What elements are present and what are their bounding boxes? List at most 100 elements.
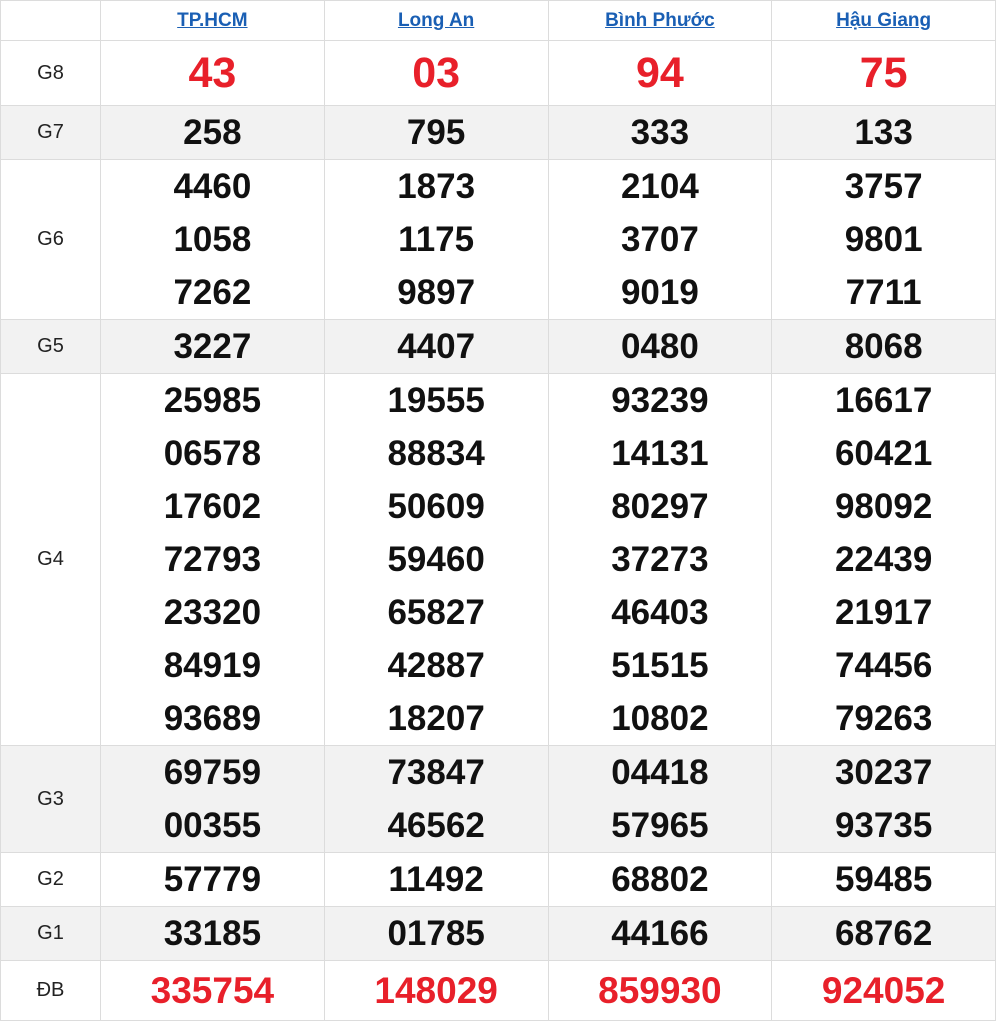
- result-number: 00355: [163, 806, 262, 845]
- result-number: 69759: [163, 753, 262, 792]
- result-number: 72793: [163, 540, 262, 579]
- result-number: 44166: [611, 914, 709, 953]
- result-number: 59460: [387, 540, 485, 579]
- result-number: 924052: [821, 970, 946, 1011]
- result-number: 3227: [173, 327, 252, 366]
- result-cell: 4407: [323, 319, 549, 374]
- lottery-results-table: TP.HCM Long An Bình Phước Hậu Giang G8 43…: [0, 0, 996, 1021]
- result-number: 7262: [173, 273, 252, 312]
- prize-row: G8 43 03 94 75: [0, 40, 996, 106]
- result-number: 25985: [163, 381, 262, 420]
- result-number: 21917: [834, 593, 933, 632]
- result-number: 68802: [611, 860, 709, 899]
- prize-row: G7 258 795 333 133: [0, 105, 996, 160]
- result-number: 4407: [397, 327, 476, 366]
- result-cell: 68762: [771, 906, 996, 961]
- result-number: 9897: [397, 273, 476, 312]
- result-number: 17602: [163, 487, 262, 526]
- result-number: 7711: [845, 273, 922, 312]
- result-number: 68762: [834, 914, 933, 953]
- result-cell: 4460 1058 7262: [100, 159, 325, 320]
- result-cell: 30237 93735: [771, 745, 996, 853]
- result-cell: 8068: [771, 319, 996, 374]
- result-cell: 69759 00355: [100, 745, 325, 853]
- prize-label: ĐB: [0, 960, 101, 1021]
- result-cell: 148029: [323, 960, 549, 1021]
- result-number: 3707: [620, 220, 699, 259]
- province-link-hau-giang[interactable]: Hậu Giang: [836, 10, 931, 31]
- prize-row: G1 33185 01785 44166 68762: [0, 906, 996, 961]
- prize-label: G2: [0, 852, 101, 907]
- result-cell: 93239 14131 80297 37273 46403 51515 10802: [547, 373, 773, 746]
- result-number: 93735: [834, 806, 933, 845]
- result-number: 10802: [611, 699, 709, 738]
- result-number: 23320: [163, 593, 262, 632]
- result-cell: 59485: [771, 852, 996, 907]
- result-number: 16617: [834, 381, 933, 420]
- province-header-tphcm: TP.HCM: [100, 0, 325, 41]
- result-cell: 43: [100, 40, 325, 106]
- result-number: 74456: [834, 646, 933, 685]
- header-corner: [0, 0, 101, 41]
- result-cell: 33185: [100, 906, 325, 961]
- result-number: 9019: [620, 273, 699, 312]
- result-number: 46403: [611, 593, 709, 632]
- result-number: 46562: [387, 806, 485, 845]
- prize-label: G1: [0, 906, 101, 961]
- result-number: 84919: [163, 646, 262, 685]
- result-cell: 75: [771, 40, 996, 106]
- result-cell: 3757 9801 7711: [771, 159, 996, 320]
- results-body: G8 43 03 94 75 G7 258 795 333 133 G6 4460 1058 7262 18…: [0, 40, 996, 1021]
- result-number: 148029: [374, 970, 498, 1011]
- result-number: 1175: [398, 220, 475, 259]
- result-number: 2104: [620, 167, 699, 206]
- prize-label: G8: [0, 40, 101, 106]
- result-number: 335754: [150, 970, 275, 1011]
- province-header-binh-phuoc: Bình Phước: [547, 0, 773, 41]
- result-number: 0480: [620, 327, 699, 366]
- province-link-long-an[interactable]: Long An: [398, 10, 474, 31]
- result-cell: 03: [323, 40, 549, 106]
- result-cell: 258: [100, 105, 325, 160]
- result-number: 42887: [387, 646, 485, 685]
- result-number: 88834: [387, 434, 485, 473]
- result-cell: 16617 60421 98092 22439 21917 74456 79263: [771, 373, 996, 746]
- result-number: 57965: [611, 806, 709, 845]
- result-number: 06578: [163, 434, 262, 473]
- province-link-tphcm[interactable]: TP.HCM: [177, 10, 247, 31]
- result-number: 60421: [834, 434, 933, 473]
- result-number: 73847: [387, 753, 485, 792]
- result-number: 258: [183, 113, 242, 152]
- result-cell: 3227: [100, 319, 325, 374]
- result-cell: 04418 57965: [547, 745, 773, 853]
- result-cell: 133: [771, 105, 996, 160]
- prize-row: G2 57779 11492 68802 59485: [0, 852, 996, 907]
- result-number: 22439: [834, 540, 933, 579]
- result-number: 333: [630, 113, 690, 152]
- result-number: 03: [412, 49, 461, 97]
- result-number: 98092: [834, 487, 933, 526]
- result-number: 8068: [844, 327, 923, 366]
- result-number: 80297: [611, 487, 709, 526]
- result-number: 11492: [388, 860, 484, 899]
- result-number: 133: [854, 113, 913, 152]
- result-cell: 0480: [547, 319, 773, 374]
- province-link-binh-phuoc[interactable]: Bình Phước: [605, 10, 715, 31]
- prize-label: G5: [0, 319, 101, 374]
- result-cell: 19555 88834 50609 59460 65827 42887 18207: [323, 373, 549, 746]
- result-cell: 924052: [771, 960, 996, 1021]
- result-number: 37273: [611, 540, 709, 579]
- result-cell: 1873 1175 9897: [323, 159, 549, 320]
- result-number: 9801: [844, 220, 923, 259]
- prize-label: G3: [0, 745, 101, 853]
- result-cell: 795: [323, 105, 549, 160]
- result-number: 93239: [611, 381, 709, 420]
- result-cell: 68802: [547, 852, 773, 907]
- result-number: 795: [406, 113, 466, 152]
- result-number: 57779: [163, 860, 262, 899]
- result-cell: 335754: [100, 960, 325, 1021]
- result-number: 3757: [844, 167, 923, 206]
- result-number: 43: [188, 49, 237, 97]
- prize-label: G6: [0, 159, 101, 320]
- result-number: 18207: [387, 699, 485, 738]
